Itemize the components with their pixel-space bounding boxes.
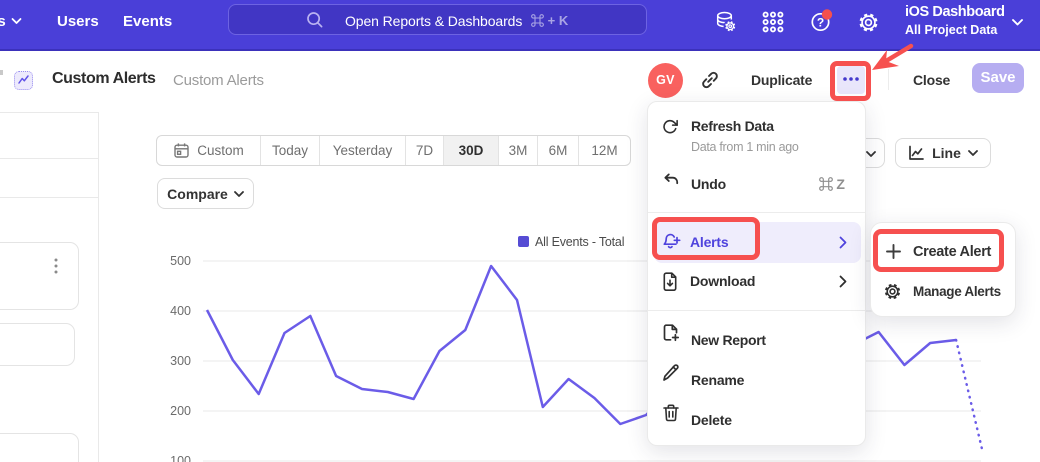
svg-text:500: 500 bbox=[170, 254, 191, 268]
svg-text:400: 400 bbox=[170, 304, 191, 318]
svg-text:200: 200 bbox=[170, 404, 191, 418]
svg-text:300: 300 bbox=[170, 354, 191, 368]
svg-text:100: 100 bbox=[170, 454, 191, 462]
svg-text:All Events - Total: All Events - Total bbox=[535, 235, 624, 249]
